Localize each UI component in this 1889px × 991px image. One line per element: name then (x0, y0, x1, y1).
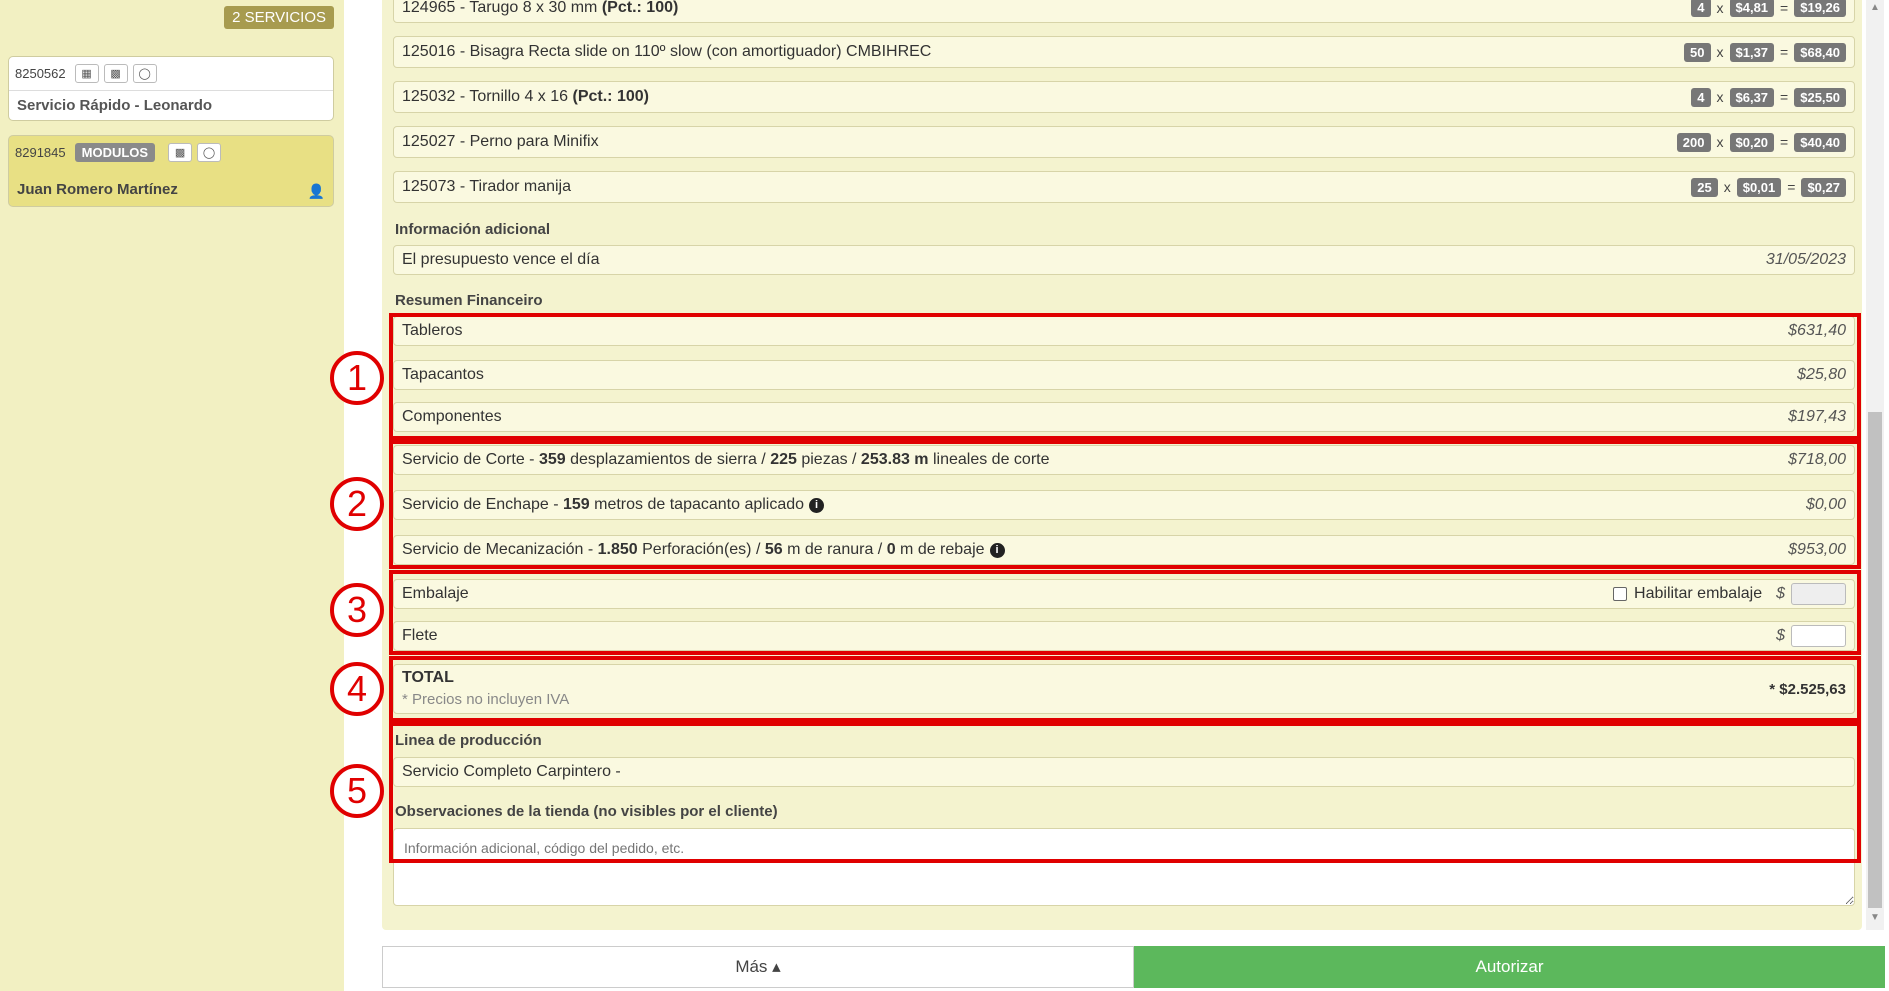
hide-icon[interactable]: ◯ (132, 64, 157, 83)
summary-tableros: Tableros $631,40 (393, 316, 1855, 346)
component-row: 125032 - Tornillo 4 x 16 (Pct.: 100) 4x … (393, 81, 1855, 113)
packaging-amount-input (1791, 583, 1846, 605)
price-chip: $4,81 (1729, 0, 1775, 17)
total-chip: $40,40 (1794, 132, 1846, 152)
total-chip: $0,27 (1801, 177, 1846, 197)
qty-chip: 4 (1691, 0, 1711, 17)
production-label: Linea de producción (395, 732, 542, 749)
qty-chip: 50 (1684, 42, 1711, 62)
qr-icon[interactable]: ▩ (168, 143, 193, 162)
annotation-circle-5: 5 (330, 764, 384, 818)
order-tag: MODULOS (74, 143, 156, 162)
divider (9, 90, 333, 91)
expiry-date: 31/05/2023 (1765, 251, 1846, 268)
summary-label: Resumen Financeiro (395, 292, 543, 309)
info-label: Información adicional (395, 221, 551, 238)
price-chip: $0,01 (1736, 177, 1782, 197)
expiry-row: El presupuesto vence el día 31/05/2023 (393, 245, 1855, 275)
summary-mecanizacion: Servicio de Mecanización - 1.850 Perfora… (393, 535, 1855, 565)
authorize-button[interactable]: Autorizar (1134, 946, 1885, 988)
order-card-2-selected[interactable]: 8291845 MODULOS ▩ ◯ Juan Romero Martínez… (8, 135, 334, 207)
price-chip: $1,37 (1729, 42, 1775, 62)
qty-chip: 4 (1691, 87, 1711, 107)
total-amount: * $2.525,63 (1769, 680, 1846, 698)
annotation-circle-4: 4 (330, 662, 384, 716)
summary-flete: Flete $ (393, 621, 1855, 651)
production-line-select[interactable]: Servicio Completo Carpintero - (393, 757, 1855, 787)
annotation-circle-2: 2 (330, 477, 384, 531)
summary-tapacantos: Tapacantos $25,80 (393, 360, 1855, 390)
packaging-checkbox-label[interactable]: Habilitar embalaje (1634, 585, 1762, 603)
user-icon: 👤 (307, 183, 325, 199)
annotation-circle-3: 3 (330, 583, 384, 637)
orders-sidebar: 2 SERVICIOS 8250562 ▦ ▩ ◯ Servicio Rápid… (0, 0, 344, 991)
price-chip: $6,37 (1729, 87, 1775, 107)
observations-textarea[interactable] (393, 828, 1855, 906)
qr-icon[interactable]: ▩ (103, 64, 128, 83)
order-name: Servicio Rápido - Leonardo (17, 97, 213, 114)
total-chip: $19,26 (1794, 0, 1846, 17)
price-chip: $0,20 (1729, 132, 1775, 152)
total-chip: $25,50 (1794, 87, 1846, 107)
summary-embalaje: Embalaje Habilitar embalaje $ (393, 579, 1855, 609)
scroll-up-icon[interactable]: ▲ (1866, 2, 1884, 13)
order-id: 8291845 (15, 145, 66, 160)
order-id: 8250562 (15, 66, 66, 81)
summary-corte: Servicio de Corte - 359 desplazamientos … (393, 445, 1855, 475)
total-label: TOTAL (402, 669, 454, 686)
summary-componentes: Componentes $197,43 (393, 402, 1855, 432)
print-icon[interactable]: ▦ (74, 64, 99, 83)
component-row: 125027 - Perno para Minifix 200 x $0,20 = … (393, 126, 1855, 158)
component-row: 125073 - Tirador manija 25 x $0,01 = $0,27 (393, 171, 1855, 203)
freight-amount-input[interactable] (1791, 625, 1846, 647)
scroll-down-icon[interactable]: ▼ (1866, 912, 1884, 923)
component-row: 124965 - Tarugo 8 x 30 mm (Pct.: 100) 4x… (393, 0, 1855, 23)
qty-chip: 25 (1691, 177, 1718, 197)
summary-enchape: Servicio de Enchape - 159 metros de tapa… (393, 490, 1855, 520)
hide-icon[interactable]: ◯ (197, 143, 222, 162)
scrollbar-thumb[interactable] (1868, 412, 1882, 908)
qty-chip: 200 (1676, 132, 1711, 152)
vat-note: * Precios no incluyen IVA (402, 691, 570, 708)
order-name: Juan Romero Martínez (17, 181, 178, 198)
annotation-circle-1: 1 (330, 351, 384, 405)
services-count-badge: 2 SERVICIOS (224, 6, 334, 29)
more-button[interactable]: Más ▴ (382, 946, 1134, 988)
info-icon[interactable]: i (989, 543, 1005, 558)
packaging-checkbox[interactable] (1613, 587, 1628, 601)
order-card-1[interactable]: 8250562 ▦ ▩ ◯ Servicio Rápido - Leonardo (8, 56, 334, 121)
info-icon[interactable]: i (809, 498, 825, 513)
component-row: 125016 - Bisagra Recta slide on 110º slo… (393, 36, 1855, 68)
summary-total: TOTAL * Precios no incluyen IVA * $2.525… (393, 664, 1855, 714)
total-chip: $68,40 (1794, 42, 1846, 62)
observations-label: Observaciones de la tienda (no visibles … (395, 803, 778, 820)
